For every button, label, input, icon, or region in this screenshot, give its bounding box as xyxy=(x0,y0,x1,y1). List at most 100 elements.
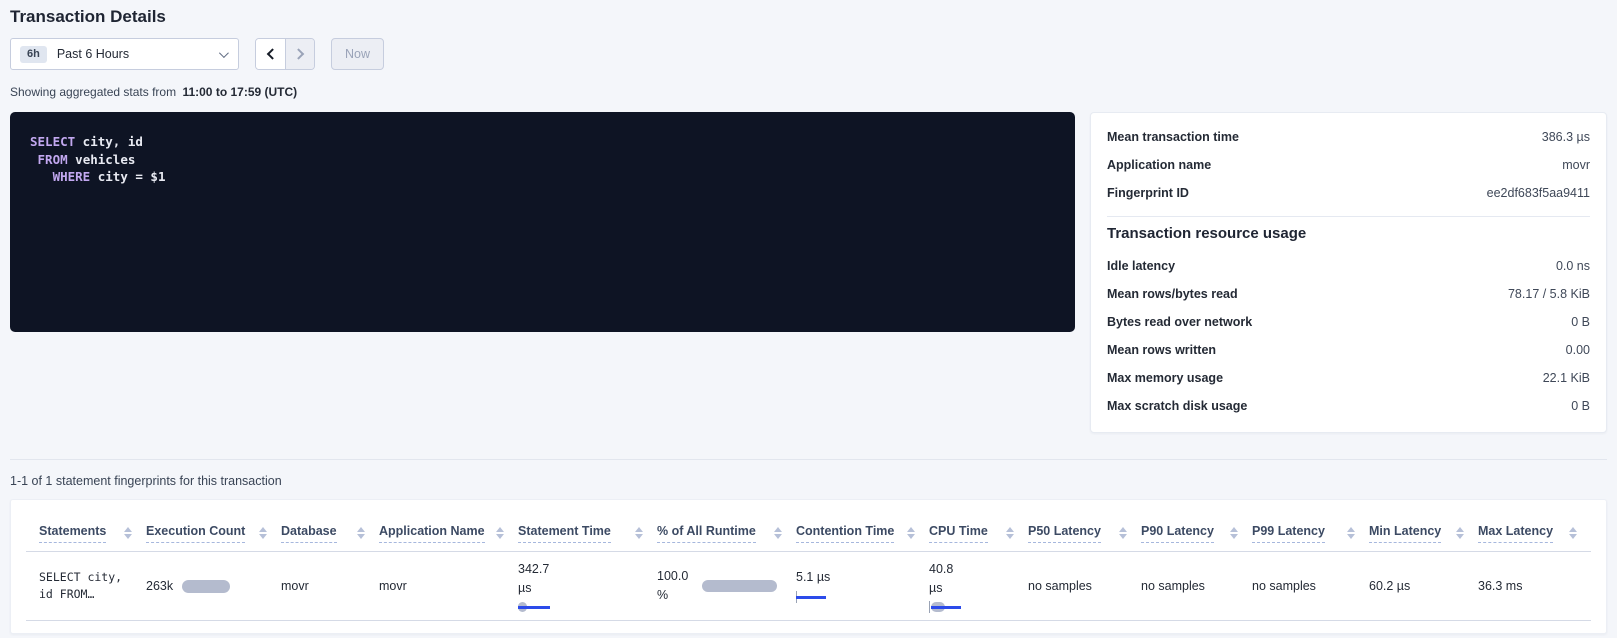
stats-summary-range: 11:00 to 17:59 (UTC) xyxy=(182,85,297,99)
sort-down-arrow xyxy=(1456,534,1464,539)
detail-row: Max scratch disk usage 0 B xyxy=(1107,392,1590,420)
cell-statement-time: 342.7 µs xyxy=(518,552,657,620)
chevron-right-icon xyxy=(293,48,304,59)
execution-count-bar xyxy=(182,580,230,593)
sort-down-arrow xyxy=(907,534,915,539)
contention-time-bar-chart xyxy=(796,592,830,602)
column-label: P50 Latency xyxy=(1028,524,1101,543)
previous-interval-button[interactable] xyxy=(256,39,285,69)
cpu-time-bar-chart xyxy=(929,602,963,612)
column-header-contention-time[interactable]: Contention Time xyxy=(796,510,929,551)
column-header-p90-latency[interactable]: P90 Latency xyxy=(1141,510,1252,551)
detail-label: Bytes read over network xyxy=(1107,315,1252,329)
sql-keyword: WHERE xyxy=(53,169,91,184)
next-interval-button[interactable] xyxy=(285,39,314,69)
sort-icon xyxy=(259,527,267,539)
sort-up-arrow xyxy=(496,527,504,532)
sort-icon xyxy=(774,527,782,539)
detail-label: Max scratch disk usage xyxy=(1107,399,1247,413)
sort-down-arrow xyxy=(496,534,504,539)
cell-max-latency: 36.3 ms xyxy=(1478,571,1591,601)
sort-up-arrow xyxy=(1347,527,1355,532)
detail-label: Mean transaction time xyxy=(1107,130,1239,144)
cell-execution-count: 263k xyxy=(146,571,281,601)
now-button[interactable]: Now xyxy=(331,38,384,70)
sort-up-arrow xyxy=(357,527,365,532)
sort-icon xyxy=(635,527,643,539)
detail-row: Mean transaction time 386.3 µs xyxy=(1107,123,1590,151)
sort-down-arrow xyxy=(1006,534,1014,539)
column-label: % of All Runtime xyxy=(657,524,756,543)
column-label: Application Name xyxy=(379,524,485,543)
sort-down-arrow xyxy=(774,534,782,539)
sort-down-arrow xyxy=(1230,534,1238,539)
runtime-pct-bar xyxy=(702,580,777,592)
detail-row: Mean rows/bytes read78.17 / 5.8 KiB xyxy=(1107,280,1590,308)
sort-up-arrow xyxy=(1569,527,1577,532)
sql-line: SELECT city, id xyxy=(30,133,1055,151)
sort-icon xyxy=(907,527,915,539)
sql-line: FROM vehicles xyxy=(30,151,1055,169)
sql-keyword: SELECT xyxy=(30,134,75,149)
sort-icon xyxy=(1119,527,1127,539)
column-header-statements[interactable]: Statements xyxy=(39,510,146,551)
detail-value: 22.1 KiB xyxy=(1543,371,1590,385)
column-label: Database xyxy=(281,524,337,543)
sort-icon xyxy=(1006,527,1014,539)
sql-text: vehicles xyxy=(68,152,136,167)
column-header-max-latency[interactable]: Max Latency xyxy=(1478,510,1591,551)
cell-min-latency: 60.2 µs xyxy=(1369,571,1478,601)
detail-value: ee2df683f5aa9411 xyxy=(1487,186,1590,200)
statement-link[interactable]: SELECT city, id FROM… xyxy=(39,569,132,603)
sql-statement-box: SELECT city, id FROM vehicles WHERE city… xyxy=(10,112,1075,332)
sql-text: city, id xyxy=(75,134,143,149)
sort-down-arrow xyxy=(124,534,132,539)
sort-up-arrow xyxy=(774,527,782,532)
sort-icon xyxy=(1456,527,1464,539)
sort-up-arrow xyxy=(1456,527,1464,532)
column-header-execution-count[interactable]: Execution Count xyxy=(146,510,281,551)
table-header-row: StatementsExecution Count Database Applica… xyxy=(26,510,1591,552)
detail-value: 0.0 ns xyxy=(1556,259,1590,273)
sql-code: SELECT city, id FROM vehicles WHERE city… xyxy=(30,133,1055,186)
column-header-of-all-runtime[interactable]: % of All Runtime xyxy=(657,510,796,551)
column-header-database[interactable]: Database xyxy=(281,510,379,551)
sql-keyword: FROM xyxy=(38,152,68,167)
sort-up-arrow xyxy=(1006,527,1014,532)
detail-value: 0 B xyxy=(1571,315,1590,329)
transaction-details-card: Mean transaction time386.3 µsApplication… xyxy=(1090,112,1607,433)
detail-value: 386.3 µs xyxy=(1542,130,1590,144)
detail-value: 0.00 xyxy=(1566,343,1590,357)
stats-summary-prefix: Showing aggregated stats from xyxy=(10,85,176,99)
sort-down-arrow xyxy=(1347,534,1355,539)
cell-runtime-pct: 100.0 % xyxy=(657,559,796,613)
column-header-min-latency[interactable]: Min Latency xyxy=(1369,510,1478,551)
section-divider xyxy=(10,459,1607,460)
column-header-statement-time[interactable]: Statement Time xyxy=(518,510,657,551)
sort-icon xyxy=(1347,527,1355,539)
time-range-label: Past 6 Hours xyxy=(57,47,129,61)
cell-statements[interactable]: SELECT city, id FROM… xyxy=(39,561,146,611)
column-header-cpu-time[interactable]: CPU Time xyxy=(929,510,1028,551)
detail-value: 0 B xyxy=(1571,399,1590,413)
aggregated-stats-summary: Showing aggregated stats from 11:00 to 1… xyxy=(10,85,1607,99)
detail-value: movr xyxy=(1562,158,1590,172)
sort-up-arrow xyxy=(635,527,643,532)
time-step-buttons xyxy=(255,38,315,70)
column-label: Execution Count xyxy=(146,524,245,543)
sort-down-arrow xyxy=(635,534,643,539)
table-row: SELECT city, id FROM… 263k movr movr 342… xyxy=(26,552,1591,621)
detail-row: Fingerprint IDee2df683f5aa9411 xyxy=(1107,179,1590,207)
column-label: Statement Time xyxy=(518,524,611,543)
column-header-p50-latency[interactable]: P50 Latency xyxy=(1028,510,1141,551)
transaction-details-page: Transaction Details 6h Past 6 Hours Now … xyxy=(0,0,1617,634)
sort-up-arrow xyxy=(1230,527,1238,532)
column-header-p99-latency[interactable]: P99 Latency xyxy=(1252,510,1369,551)
sort-up-arrow xyxy=(259,527,267,532)
detail-row: Idle latency0.0 ns xyxy=(1107,252,1590,280)
sort-icon xyxy=(1230,527,1238,539)
column-label: CPU Time xyxy=(929,524,988,543)
column-header-application-name[interactable]: Application Name xyxy=(379,510,518,551)
time-range-dropdown[interactable]: 6h Past 6 Hours xyxy=(10,38,239,70)
sort-down-arrow xyxy=(1569,534,1577,539)
